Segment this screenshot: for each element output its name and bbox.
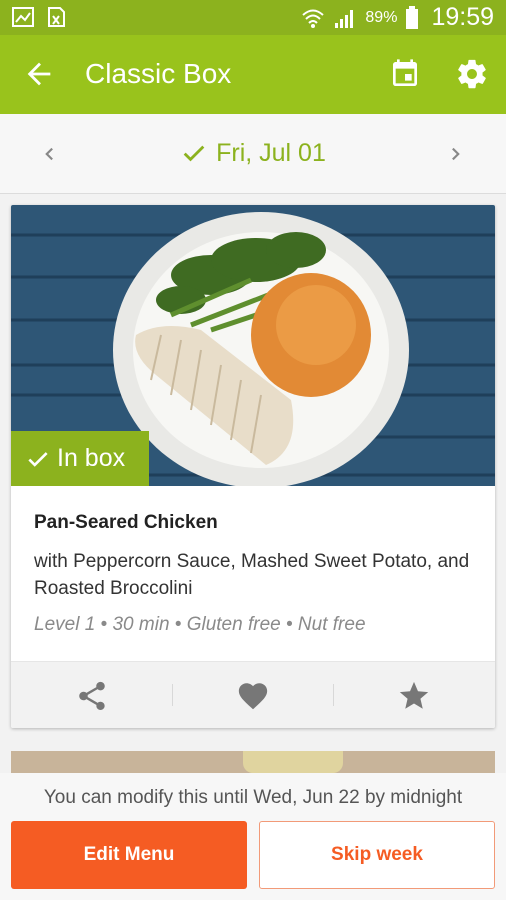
gallery-icon — [12, 7, 34, 27]
recipe-meta: Level 1 • 30 min • Gluten free • Nut fre… — [34, 614, 366, 635]
edit-menu-button[interactable]: Edit Menu — [11, 821, 247, 889]
recipe-name: Pan-Seared Chicken — [34, 512, 218, 533]
chevron-right-icon[interactable] — [442, 141, 468, 167]
gear-icon[interactable] — [455, 57, 489, 91]
skip-week-button[interactable]: Skip week — [259, 821, 495, 889]
star-icon — [399, 681, 428, 709]
heart-icon — [238, 682, 267, 709]
page-title: Classic Box — [85, 58, 232, 89]
modify-deadline-notice: You can modify this until Wed, Jun 22 by… — [43, 787, 463, 808]
date-navigator: Fri, Jul 01 — [0, 114, 506, 194]
back-arrow-icon[interactable] — [22, 57, 56, 91]
status-bar: 89% 19:59 — [0, 0, 506, 35]
recipe-subtitle: with Peppercorn Sauce, Mashed Sweet Pota… — [34, 551, 470, 599]
battery-icon — [406, 5, 419, 29]
recipe-info: Pan-Seared Chicken with Peppercorn Sauce… — [34, 486, 475, 636]
recipe-card[interactable]: In box Pan-Seared Chicken with Peppercor… — [11, 205, 495, 728]
app-bar: Classic Box — [0, 35, 506, 114]
in-box-badge: In box — [11, 431, 149, 486]
recipe-actions — [11, 661, 495, 728]
footer-bar: You can modify this until Wed, Jun 22 by… — [0, 773, 506, 900]
selected-date: Fri, Jul 01 — [0, 136, 506, 170]
calendar-icon[interactable] — [389, 58, 421, 90]
battery-percent: 89% — [365, 8, 398, 26]
date-label: Fri, Jul 01 — [216, 139, 326, 167]
excel-icon — [48, 7, 65, 27]
checkmark-icon — [183, 145, 205, 162]
rate-button[interactable] — [333, 662, 494, 728]
favorite-button[interactable] — [172, 662, 333, 728]
share-icon — [78, 681, 105, 710]
in-box-label: In box — [57, 444, 126, 472]
checkmark-icon — [28, 451, 48, 467]
signal-icon — [335, 9, 354, 28]
wifi-icon — [302, 9, 325, 28]
share-button[interactable] — [11, 662, 172, 728]
clock: 19:59 — [431, 3, 494, 31]
next-recipe-photo — [243, 751, 343, 773]
